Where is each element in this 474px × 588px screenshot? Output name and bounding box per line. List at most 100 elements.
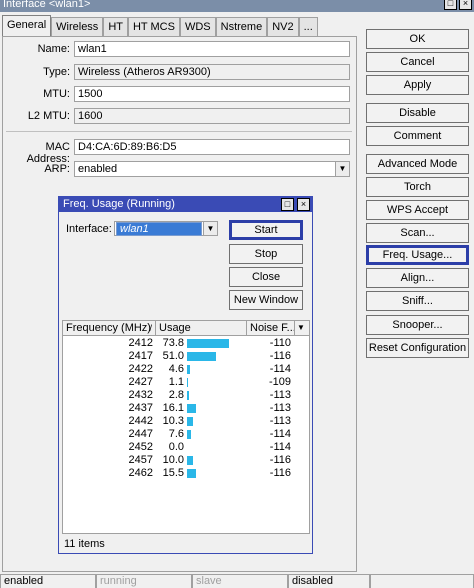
tab-general[interactable]: General [2, 15, 52, 37]
noise-floor-cell: -113 [269, 402, 291, 414]
stop-button[interactable]: Stop [229, 244, 303, 264]
comment-button[interactable]: Comment [366, 126, 469, 146]
interface-value: wlan1 [116, 222, 202, 236]
noise-floor-cell: -116 [269, 467, 291, 479]
table-row[interactable]: 2452 0.0 -114 [63, 441, 309, 454]
wps-accept-button[interactable]: WPS Accept [366, 200, 469, 220]
interface-label: Interface: [66, 223, 112, 235]
table-row[interactable]: 2422 4.6 -114 [63, 363, 309, 376]
status-enabled: enabled [0, 574, 96, 588]
tab-wireless[interactable]: Wireless [51, 17, 104, 37]
usage-bar [187, 430, 191, 439]
usage-cell: 4.6 [168, 363, 184, 375]
usage-bar [187, 391, 189, 400]
dropdown-arrow-icon[interactable]: ▼ [335, 162, 349, 176]
l2mtu-field: 1600 [74, 108, 350, 124]
frequency-cell: 2442 [128, 415, 153, 427]
usage-bar [187, 339, 229, 348]
divider [6, 131, 352, 132]
dialog-title-bar[interactable]: Freq. Usage (Running) □ × [59, 197, 312, 212]
table-row[interactable]: 2417 51.0 -116 [63, 350, 309, 363]
tab-ht-mcs[interactable]: HT MCS [127, 17, 180, 37]
usage-bar [187, 352, 216, 361]
apply-button[interactable]: Apply [366, 75, 469, 95]
frequency-cell: 2427 [128, 376, 153, 388]
table-row[interactable]: 2447 7.6 -114 [63, 428, 309, 441]
usage-cell: 15.5 [162, 467, 184, 479]
noise-floor-cell: -116 [269, 454, 291, 466]
dialog-title: Freq. Usage (Running) [63, 198, 175, 210]
frequency-cell: 2452 [128, 441, 153, 453]
tab-nstreme[interactable]: Nstreme [215, 17, 268, 37]
table-row[interactable]: 2462 15.5 -116 [63, 467, 309, 480]
reset-configuration-button[interactable]: Reset Configuration [366, 338, 469, 358]
scan-button[interactable]: Scan... [366, 223, 469, 243]
arp-label: ARP: [44, 163, 70, 175]
tab-nv2[interactable]: NV2 [267, 17, 299, 37]
disable-button[interactable]: Disable [366, 103, 469, 123]
noise-floor-cell: -109 [268, 376, 291, 388]
maximize-icon[interactable]: □ [281, 198, 294, 211]
table-header: Frequency (MHz) / Usage Noise F... ▼ [63, 321, 309, 336]
start-button[interactable]: Start [229, 220, 303, 240]
new-window-button[interactable]: New Window [229, 290, 303, 310]
snooper-button[interactable]: Snooper... [366, 315, 469, 335]
column-header-usage[interactable]: Usage [156, 321, 247, 336]
close-icon[interactable]: × [297, 198, 310, 211]
usage-bar [187, 365, 190, 374]
mac-address-field[interactable]: D4:CA:6D:89:B6:D5 [74, 139, 350, 155]
frequency-cell: 2422 [128, 363, 153, 375]
close-icon[interactable]: × [459, 0, 472, 10]
interface-select[interactable]: wlan1 ▼ [114, 221, 218, 236]
column-header-noise-floor[interactable]: Noise F... [247, 321, 295, 336]
arp-select[interactable]: enabled ▼ [74, 161, 350, 177]
status-bar: enabled running slave disabled [0, 574, 474, 588]
noise-floor-cell: -113 [269, 415, 291, 427]
column-header-frequency[interactable]: Frequency (MHz) / [63, 321, 156, 336]
tab-more[interactable]: ... [298, 17, 318, 37]
column-menu-icon[interactable]: ▼ [295, 321, 309, 336]
status-slave: slave [192, 574, 288, 588]
usage-bar [187, 378, 188, 387]
table-row[interactable]: 2412 73.8 -110 [63, 337, 309, 350]
cancel-button[interactable]: Cancel [366, 52, 469, 72]
noise-floor-cell: -113 [269, 389, 291, 401]
maximize-icon[interactable]: □ [444, 0, 457, 10]
name-field[interactable]: wlan1 [74, 41, 350, 57]
usage-cell: 7.6 [168, 428, 184, 440]
noise-floor-cell: -114 [269, 441, 291, 453]
table-row[interactable]: 2432 2.8 -113 [63, 389, 309, 402]
dropdown-arrow-icon[interactable]: ▼ [203, 222, 217, 235]
mac-address-label: MAC Address: [26, 141, 70, 165]
status-disabled: disabled [288, 574, 370, 588]
sort-icon: / [149, 323, 152, 333]
align-button[interactable]: Align... [366, 268, 469, 288]
advanced-mode-button[interactable]: Advanced Mode [366, 154, 469, 174]
table-row[interactable]: 2442 10.3 -113 [63, 415, 309, 428]
usage-cell: 10.3 [162, 415, 184, 427]
frequency-cell: 2417 [128, 350, 153, 362]
table-row[interactable]: 2437 16.1 -113 [63, 402, 309, 415]
table-row[interactable]: 2457 10.0 -116 [63, 454, 309, 467]
frequency-cell: 2457 [128, 454, 153, 466]
tab-wds[interactable]: WDS [179, 17, 216, 37]
status-running: running [96, 574, 192, 588]
frequency-cell: 2437 [128, 402, 153, 414]
usage-cell: 51.0 [162, 350, 184, 362]
mtu-field[interactable]: 1500 [74, 86, 350, 102]
torch-button[interactable]: Torch [366, 177, 469, 197]
freq-usage-button[interactable]: Freq. Usage... [366, 245, 469, 265]
table-row[interactable]: 2427 1.1 -109 [63, 376, 309, 389]
close-button[interactable]: Close [229, 267, 303, 287]
ok-button[interactable]: OK [366, 29, 469, 49]
usage-bar [187, 404, 196, 413]
arp-value: enabled [78, 163, 118, 175]
sniff-button[interactable]: Sniff... [366, 291, 469, 311]
tab-ht[interactable]: HT [103, 17, 128, 37]
frequency-cell: 2412 [128, 337, 153, 349]
frequency-cell: 2432 [128, 389, 153, 401]
frequency-cell: 2462 [128, 467, 153, 479]
window-title-bar[interactable]: Interface <wlan1> □ × [0, 0, 474, 12]
noise-floor-cell: -114 [269, 428, 291, 440]
usage-bar [187, 469, 196, 478]
